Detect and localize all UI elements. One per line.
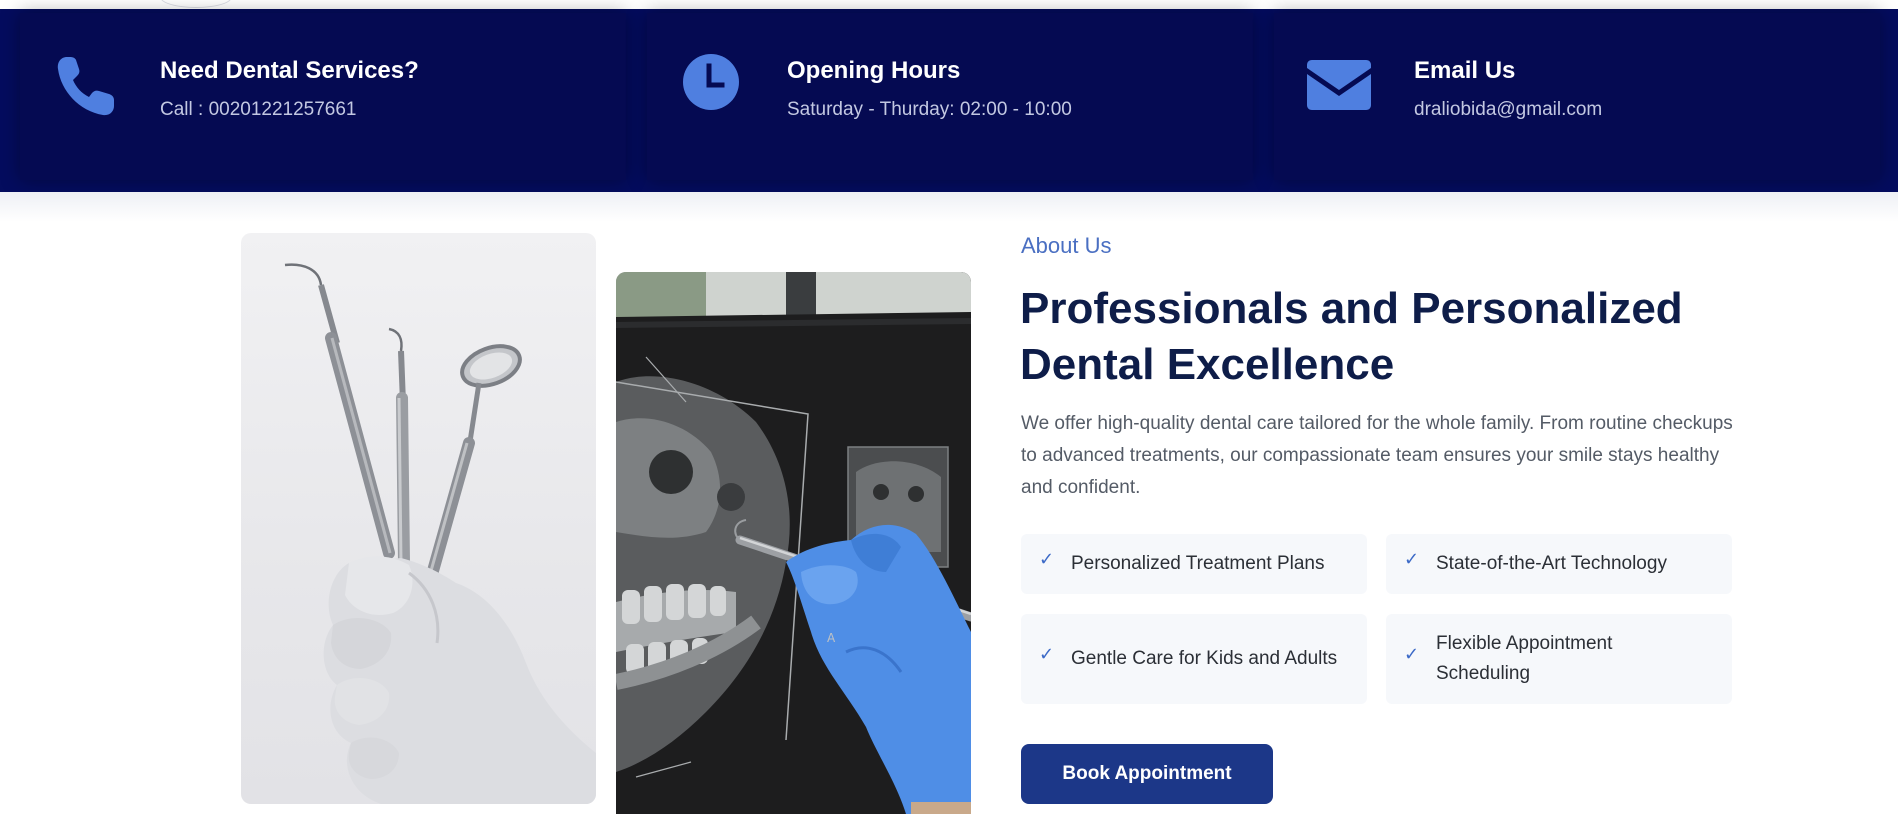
svg-text:A: A bbox=[827, 631, 836, 645]
info-card-title: Email Us bbox=[1414, 57, 1516, 84]
phone-icon bbox=[53, 53, 117, 124]
xray-monitor-image: A bbox=[616, 272, 971, 814]
feature-item: ✓ State-of-the-Art Technology bbox=[1386, 534, 1732, 594]
info-card-phone: Need Dental Services? Call : 00201221257… bbox=[20, 13, 626, 180]
phone-number[interactable]: Call : 00201221257661 bbox=[160, 99, 357, 121]
feature-item: ✓ Flexible Appointment Scheduling bbox=[1386, 614, 1732, 704]
info-card-title: Opening Hours bbox=[787, 57, 961, 84]
feature-label: Personalized Treatment Plans bbox=[1071, 553, 1325, 574]
section-label: About Us bbox=[1021, 233, 1112, 258]
check-icon: ✓ bbox=[1404, 644, 1420, 664]
info-card-email: Email Us draliobida@gmail.com bbox=[1274, 13, 1880, 180]
email-address[interactable]: draliobida@gmail.com bbox=[1414, 99, 1602, 121]
feature-label: Flexible Appointment Scheduling bbox=[1436, 629, 1612, 689]
headline-line-2: Dental Excellence bbox=[1020, 340, 1395, 389]
feature-label: Gentle Care for Kids and Adults bbox=[1071, 648, 1338, 669]
opening-hours-text: Saturday - Thurday: 02:00 - 10:00 bbox=[787, 99, 1072, 120]
info-card-title: Need Dental Services? bbox=[160, 57, 419, 84]
check-icon: ✓ bbox=[1039, 549, 1055, 569]
headline-line-1: Professionals and Personalized bbox=[1020, 284, 1683, 333]
feature-item: ✓ Personalized Treatment Plans bbox=[1021, 534, 1367, 594]
book-appointment-button[interactable]: Book Appointment bbox=[1021, 744, 1273, 804]
top-strip bbox=[0, 0, 1898, 9]
clock-icon bbox=[682, 53, 740, 116]
feature-item: ✓ Gentle Care for Kids and Adults bbox=[1021, 614, 1367, 704]
dental-tools-image bbox=[241, 233, 596, 804]
logo-edge bbox=[160, 0, 232, 8]
section-description: We offer high-quality dental care tailor… bbox=[1021, 413, 1733, 498]
feature-label-line-1: Flexible Appointment bbox=[1436, 633, 1613, 654]
check-icon: ✓ bbox=[1039, 644, 1055, 664]
section-headline: Professionals and Personalized Dental Ex… bbox=[1020, 281, 1740, 393]
info-bar-shadow bbox=[0, 192, 1898, 222]
info-card-hours: Opening Hours Saturday - Thurday: 02:00 … bbox=[647, 13, 1253, 180]
contact-info-bar: Need Dental Services? Call : 00201221257… bbox=[0, 9, 1898, 192]
check-icon: ✓ bbox=[1404, 549, 1420, 569]
feature-label-line-2: Scheduling bbox=[1436, 663, 1531, 684]
envelope-icon bbox=[1307, 60, 1371, 115]
feature-label: State-of-the-Art Technology bbox=[1436, 553, 1667, 574]
